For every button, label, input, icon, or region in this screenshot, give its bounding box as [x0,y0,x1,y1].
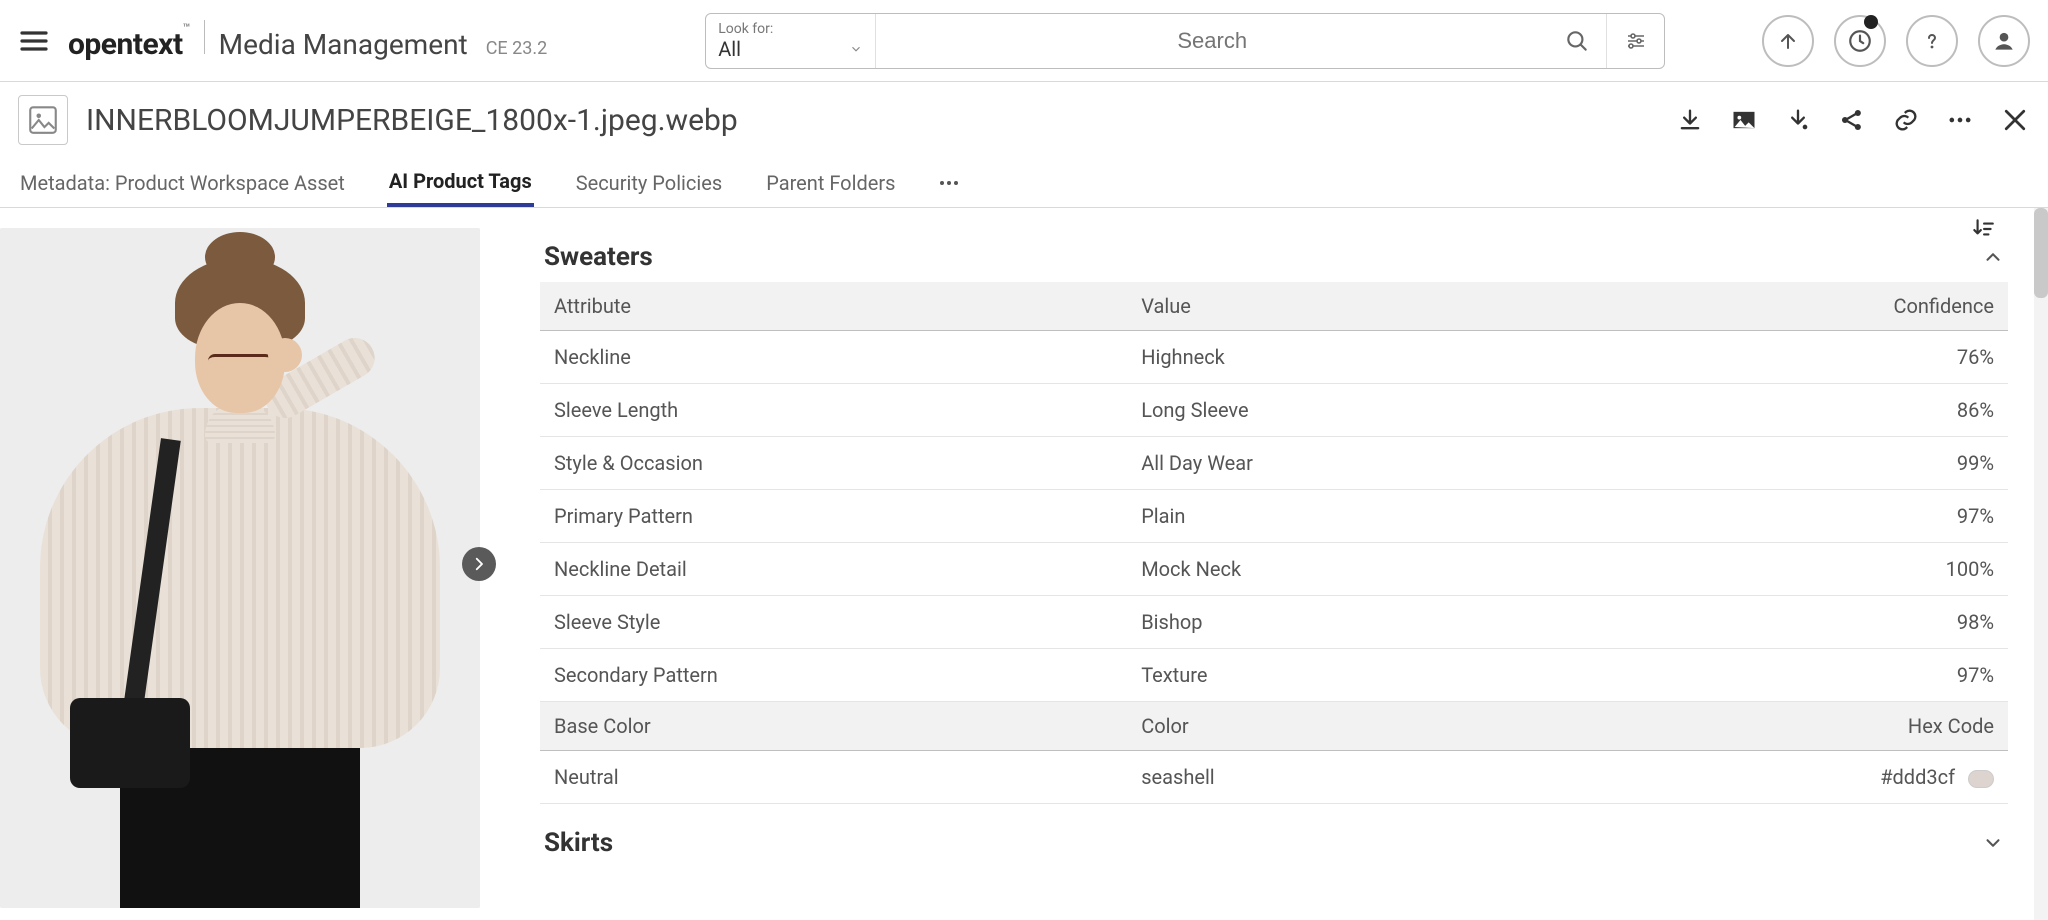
scrollbar-thumb[interactable] [2034,208,2048,298]
table-header-row: Attribute Value Confidence [540,282,2008,331]
attributes-table: Attribute Value Confidence NecklineHighn… [540,282,2008,804]
color-swatch [1968,770,1994,788]
section-title: Sweaters [544,242,653,272]
download-icon [1676,106,1704,134]
tab-parent-folders[interactable]: Parent Folders [764,161,897,205]
scrollbar-track[interactable] [2034,208,2048,920]
brand-version: CE 23.2 [486,38,548,59]
notification-dot [1864,15,1878,29]
search-scope-label: Look for: [718,21,863,37]
search-scope-value: All [718,37,863,61]
export-button[interactable] [1784,106,1812,134]
upload-button[interactable] [1762,15,1814,67]
help-icon [1920,29,1944,53]
preview-pane [0,208,500,920]
menu-button[interactable] [18,25,50,57]
content-body: Sweaters Attribute Value Confidence Neck… [0,208,2048,920]
section-header-skirts[interactable]: Skirts [540,804,2008,868]
brand-logo: opentext™ [68,27,190,62]
asset-thumbnail [18,95,68,145]
brand-product: Media Management [219,28,468,61]
col-attribute: Attribute [540,282,1127,331]
activity-button[interactable] [1834,15,1886,67]
hex-value: #ddd3cf [1880,765,1955,789]
more-icon [937,171,961,195]
search-icon [1564,28,1590,54]
color-row: Neutral seashell #ddd3cf [540,751,2008,804]
next-asset-button[interactable] [462,547,496,581]
col-confidence: Confidence [1714,282,2008,331]
share-button[interactable] [1838,106,1866,134]
chevron-down-icon [1982,832,2004,854]
search-button[interactable] [1548,14,1606,68]
col-hex-code: Hex Code [1714,702,2008,751]
tabs: Metadata: Product Workspace Asset AI Pro… [0,158,2048,208]
image-edit-icon [1730,106,1758,134]
download-button[interactable] [1676,106,1704,134]
asset-actions [1676,105,2030,135]
tab-ai-product-tags[interactable]: AI Product Tags [387,159,534,207]
chevron-up-icon [1982,246,2004,268]
asset-filename: INNERBLOOMJUMPERBEIGE_1800x-1.jpeg.webp [86,103,738,138]
brand: opentext™ Media Management CE 23.2 [68,20,547,62]
image-icon [26,103,60,137]
top-bar: opentext™ Media Management CE 23.2 Look … [0,0,2048,82]
search-scope-dropdown[interactable]: Look for: All [706,14,876,68]
tab-metadata[interactable]: Metadata: Product Workspace Asset [18,161,347,205]
color-header-row: Base Color Color Hex Code [540,702,2008,751]
brand-divider [204,20,205,54]
upload-icon [1776,29,1800,53]
table-row: Sleeve StyleBishop98% [540,596,2008,649]
table-row: Style & OccasionAll Day Wear99% [540,437,2008,490]
table-row: NecklineHighneck76% [540,331,2008,384]
link-icon [1892,106,1920,134]
user-button[interactable] [1978,15,2030,67]
col-value: Value [1127,282,1714,331]
download-alt-icon [1784,106,1812,134]
help-button[interactable] [1906,15,1958,67]
table-row: Secondary PatternTexture97% [540,649,2008,702]
link-button[interactable] [1892,106,1920,134]
chevron-down-icon [849,42,863,56]
top-bar-actions [1762,15,2030,67]
col-color: Color [1127,702,1714,751]
col-base-color: Base Color [540,702,1127,751]
tabs-more-button[interactable] [937,171,961,195]
close-icon [2000,105,2030,135]
search-filters-button[interactable] [1606,14,1664,68]
sort-button[interactable] [1970,216,1996,242]
detail-pane: Sweaters Attribute Value Confidence Neck… [500,208,2048,920]
more-icon [1946,106,1974,134]
crop-button[interactable] [1730,106,1758,134]
search-bar: Look for: All [705,13,1665,69]
sort-icon [1970,216,1996,242]
table-row: Neckline DetailMock Neck100% [540,543,2008,596]
asset-header: INNERBLOOMJUMPERBEIGE_1800x-1.jpeg.webp [0,82,2048,158]
hex-cell: #ddd3cf [1714,751,2008,804]
user-icon [1991,28,2017,54]
tab-security-policies[interactable]: Security Policies [574,161,724,205]
asset-preview-image[interactable] [0,228,480,908]
chevron-right-icon [470,555,488,573]
clock-icon [1847,28,1873,54]
table-row: Primary PatternPlain97% [540,490,2008,543]
section-header-sweaters[interactable]: Sweaters [540,218,2008,282]
search-input[interactable] [876,14,1548,68]
more-actions-button[interactable] [1946,106,1974,134]
close-button[interactable] [2000,105,2030,135]
section-title: Skirts [544,828,613,858]
table-row: Sleeve LengthLong Sleeve86% [540,384,2008,437]
share-icon [1838,106,1866,134]
sliders-icon [1624,29,1648,53]
